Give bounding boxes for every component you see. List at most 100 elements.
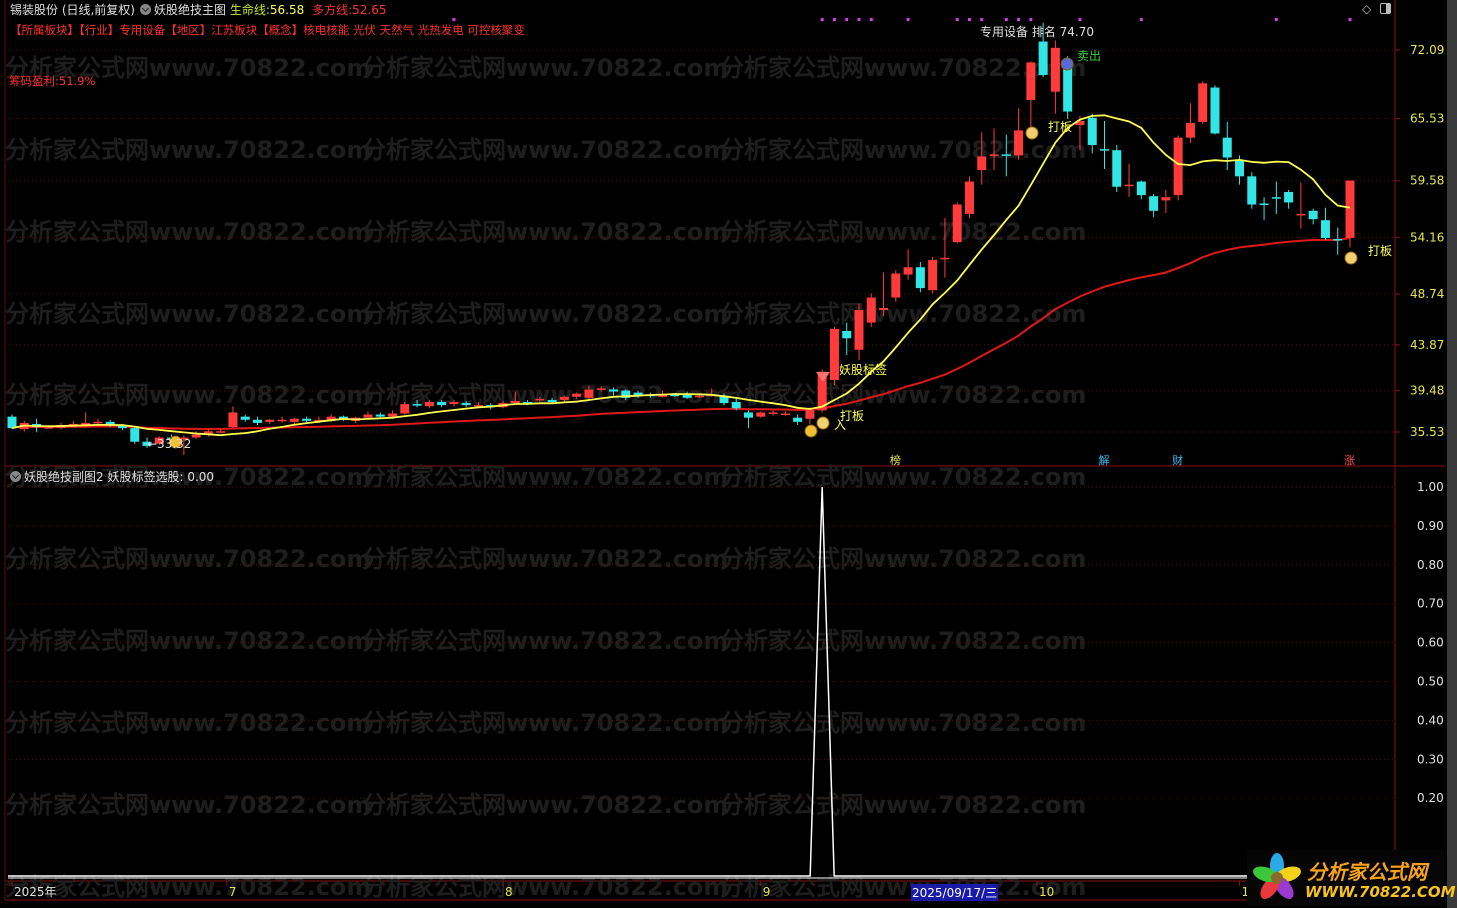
watermark-text: 分析家公式网www.70822.com — [720, 300, 1086, 328]
candle-body — [44, 427, 54, 429]
candle — [768, 410, 778, 416]
sub-indicator-name[interactable]: 妖股绝技副图2 — [24, 470, 104, 484]
candle-body — [277, 419, 287, 422]
bull-line-label: 多方线: — [312, 3, 353, 17]
candle-body — [424, 402, 434, 407]
price-tick-label: 72.09 — [1410, 43, 1444, 57]
panel-toggle-icon[interactable] — [1380, 3, 1392, 14]
candle-body — [1235, 159, 1245, 177]
candle — [240, 414, 250, 422]
watermark-text: 分析家公式网www.70822.com — [362, 545, 728, 573]
diamond-icon[interactable]: ◇ — [1362, 2, 1371, 16]
candle-body — [1149, 196, 1159, 211]
signal-tick-label: 0.60 — [1417, 636, 1444, 650]
watermark-text: 分析家公式网www.70822.com — [362, 627, 728, 655]
price-tick-label: 48.74 — [1410, 287, 1444, 301]
candle-body — [805, 410, 815, 419]
money-bag-icon — [816, 416, 830, 430]
candle-body — [1247, 176, 1257, 205]
candle — [1050, 40, 1060, 114]
signal-tick-label: 0.50 — [1417, 675, 1444, 689]
candle-body — [952, 204, 962, 243]
candle-body — [228, 412, 238, 428]
signal-tick-label: 0.40 — [1417, 713, 1444, 727]
candle-body — [842, 330, 852, 339]
candle-body — [1210, 87, 1220, 134]
watermark-text: 分析家公式网www.70822.com — [362, 136, 728, 164]
candle — [1333, 227, 1343, 255]
smiley-icon — [804, 424, 818, 438]
indicator-name[interactable]: 妖股绝技主图 — [154, 3, 226, 17]
candle-body — [388, 413, 398, 417]
candle-body — [1173, 137, 1183, 196]
candle-body — [756, 412, 766, 417]
event-badge: 涨 — [1344, 454, 1355, 467]
candle-body — [289, 418, 299, 422]
candle — [277, 416, 287, 423]
candle-body — [1333, 239, 1343, 241]
watermark-text: 分析家公式网www.70822.com — [720, 791, 1086, 819]
watermark-text: 分析家公式网www.70822.com — [362, 54, 728, 82]
top-marker — [1078, 18, 1082, 21]
candle — [1247, 172, 1257, 209]
candle — [928, 256, 938, 294]
vertical-scrollbar[interactable] — [1447, 0, 1457, 908]
watermark-text: 分析家公式网www.70822.com — [5, 218, 371, 246]
top-marker — [980, 18, 984, 21]
candle-body — [780, 413, 790, 416]
watermark-text: 分析家公式网www.70822.com — [5, 873, 371, 901]
candle-body — [768, 412, 778, 414]
candle-body — [437, 402, 447, 406]
candle — [854, 303, 864, 361]
candle-body — [559, 396, 569, 400]
watermark-text: 分析家公式网www.70822.com — [5, 136, 371, 164]
watermark-text: 分析家公式网www.70822.com — [362, 218, 728, 246]
candle-body — [879, 307, 889, 311]
candle-body — [1050, 47, 1060, 92]
watermark-text: 分析家公式网www.70822.com — [5, 709, 371, 737]
candle-body — [216, 431, 226, 433]
candle — [756, 411, 766, 418]
candle-body — [1136, 181, 1146, 196]
candle-body — [731, 402, 741, 409]
candle-body — [1038, 41, 1048, 75]
price-tick-label: 35.53 — [1410, 425, 1444, 439]
candle — [265, 418, 275, 424]
candle — [1087, 113, 1097, 154]
candle-body — [1087, 117, 1097, 145]
watermark-text: 分析家公式网www.70822.com — [720, 545, 1086, 573]
candle-body — [866, 297, 876, 323]
top-marker — [832, 18, 836, 21]
sub-signal-label: 妖股标签选股: — [107, 470, 184, 484]
top-marker — [845, 18, 849, 21]
life-line-value: 56.58 — [269, 3, 305, 17]
dropdown-circle-icon[interactable] — [140, 4, 151, 15]
candle — [829, 326, 839, 386]
candle-body — [375, 414, 385, 417]
watermark-text: 分析家公式网www.70822.com — [720, 463, 1086, 491]
x-axis-label: 7 — [229, 885, 237, 899]
watermark-text: 分析家公式网www.70822.com — [720, 873, 1086, 901]
candle-body — [1296, 213, 1306, 216]
candle — [1149, 194, 1159, 218]
candle — [1345, 180, 1355, 248]
watermark-text: 分析家公式网www.70822.com — [5, 791, 371, 819]
daban-label: 打板 — [1048, 120, 1073, 134]
sub-signal-value: 0.00 — [187, 470, 215, 484]
top-marker — [1274, 18, 1278, 21]
top-marker — [967, 18, 971, 21]
daban-label: 打板 — [1368, 244, 1393, 258]
dropdown-circle-icon[interactable] — [10, 471, 21, 482]
candle-body — [891, 273, 901, 298]
kline-chart[interactable]: 分析家公式网www.70822.com分析家公式网www.70822.com分析… — [0, 0, 1457, 908]
candle-body — [903, 267, 913, 275]
top-marker — [1348, 18, 1352, 21]
price-tick-label: 65.53 — [1410, 112, 1444, 126]
candle — [1222, 121, 1232, 171]
top-marker — [857, 18, 861, 21]
event-badge: 解 — [1098, 453, 1109, 467]
candle-body — [449, 402, 459, 405]
candle-body — [1112, 150, 1122, 187]
top-marker — [869, 18, 873, 21]
candle-body — [1161, 197, 1171, 201]
